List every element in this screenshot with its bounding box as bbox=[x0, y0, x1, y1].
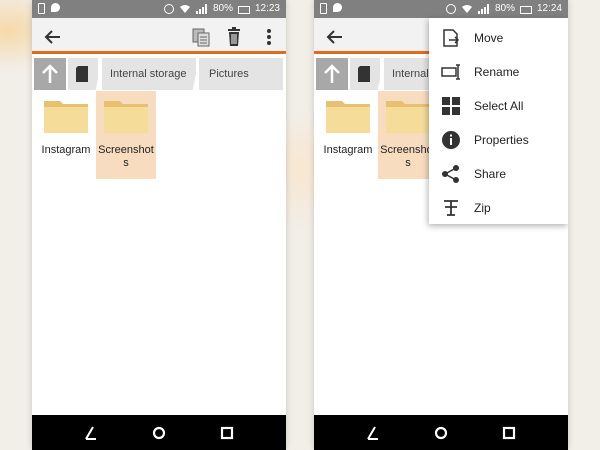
move-icon bbox=[443, 29, 460, 47]
nav-recents-icon[interactable] bbox=[218, 424, 236, 442]
location-icon bbox=[163, 4, 174, 14]
wifi-icon bbox=[179, 5, 190, 13]
phone-screen-left: 80% 12:23 Internal storage Pictures Inst… bbox=[32, 0, 286, 450]
more-vert-icon[interactable] bbox=[258, 26, 280, 48]
menu-label: Select All bbox=[474, 99, 524, 113]
storage-root-button[interactable] bbox=[68, 58, 98, 90]
signal-icon bbox=[195, 4, 207, 14]
status-bar: 80% 12:24 bbox=[314, 0, 568, 18]
breadcrumb-pictures[interactable]: Pictures bbox=[199, 58, 283, 90]
folder-icon bbox=[44, 101, 88, 133]
rename-icon bbox=[441, 64, 460, 80]
folder-label: Instagram bbox=[41, 144, 91, 156]
copy-icon[interactable] bbox=[190, 26, 212, 48]
menu-item-move[interactable]: Move bbox=[429, 21, 568, 55]
select-all-icon bbox=[442, 97, 460, 115]
menu-item-zip[interactable]: Zip bbox=[429, 191, 568, 225]
menu-label: Rename bbox=[474, 65, 520, 79]
up-directory-button[interactable] bbox=[34, 58, 66, 90]
folder-instagram[interactable]: Instagram bbox=[318, 91, 378, 179]
message-icon bbox=[333, 3, 342, 12]
folder-icon bbox=[386, 101, 430, 133]
arrow-up-icon bbox=[324, 64, 340, 83]
folder-label: Instagram bbox=[323, 144, 373, 156]
sd-card-icon bbox=[358, 66, 370, 82]
properties-icon bbox=[442, 131, 460, 149]
folder-instagram[interactable]: Instagram bbox=[36, 91, 96, 179]
nav-recents-icon[interactable] bbox=[500, 424, 518, 442]
menu-item-rename[interactable]: Rename bbox=[429, 55, 568, 89]
folder-screenshots[interactable]: Screenshots bbox=[96, 91, 156, 179]
nav-home-icon[interactable] bbox=[150, 424, 168, 442]
nav-back-icon[interactable] bbox=[82, 424, 100, 442]
clock: 12:23 bbox=[254, 3, 280, 14]
arrow-up-icon bbox=[42, 64, 58, 83]
menu-label: Properties bbox=[474, 133, 529, 147]
navigation-bar bbox=[32, 415, 286, 450]
battery-icon bbox=[237, 5, 250, 14]
up-directory-button[interactable] bbox=[316, 58, 348, 90]
folder-label: Screenshots bbox=[98, 144, 154, 169]
delete-icon[interactable] bbox=[223, 26, 245, 48]
menu-label: Move bbox=[474, 31, 504, 45]
menu-item-share[interactable]: Share bbox=[429, 157, 568, 191]
zip-icon bbox=[444, 200, 458, 216]
toolbar bbox=[32, 18, 286, 54]
phone-screen-right: 80% 12:24 Internal storage Instagram Scr… bbox=[314, 0, 568, 450]
breadcrumb-internal-storage[interactable]: Internal storage bbox=[102, 58, 196, 90]
battery-percent: 80% bbox=[494, 3, 515, 14]
menu-item-select-all[interactable]: Select All bbox=[429, 89, 568, 123]
menu-item-properties[interactable]: Properties bbox=[429, 123, 568, 157]
battery-icon bbox=[519, 5, 532, 14]
nav-home-icon[interactable] bbox=[432, 424, 450, 442]
menu-label: Zip bbox=[474, 201, 491, 215]
breadcrumb: Internal storage Pictures bbox=[32, 57, 286, 91]
share-icon bbox=[442, 165, 459, 183]
status-bar: 80% 12:23 bbox=[32, 0, 286, 18]
wifi-icon bbox=[461, 5, 472, 13]
navigation-bar bbox=[314, 415, 568, 450]
notification-icon bbox=[38, 3, 45, 14]
nav-back-icon[interactable] bbox=[364, 424, 382, 442]
clock: 12:24 bbox=[536, 3, 562, 14]
back-arrow-icon[interactable] bbox=[42, 26, 64, 48]
signal-icon bbox=[477, 4, 489, 14]
folder-icon bbox=[104, 101, 148, 133]
menu-label: Share bbox=[474, 167, 507, 181]
back-arrow-icon[interactable] bbox=[324, 26, 346, 48]
battery-percent: 80% bbox=[212, 3, 233, 14]
location-icon bbox=[445, 4, 456, 14]
notification-icon bbox=[320, 3, 327, 14]
message-icon bbox=[51, 3, 60, 12]
overflow-menu: Move Rename Select All Properties Share … bbox=[429, 18, 568, 224]
file-grid: Instagram Screenshots bbox=[32, 91, 286, 415]
sd-card-icon bbox=[76, 66, 88, 82]
folder-icon bbox=[326, 101, 370, 133]
storage-root-button[interactable] bbox=[350, 58, 380, 90]
